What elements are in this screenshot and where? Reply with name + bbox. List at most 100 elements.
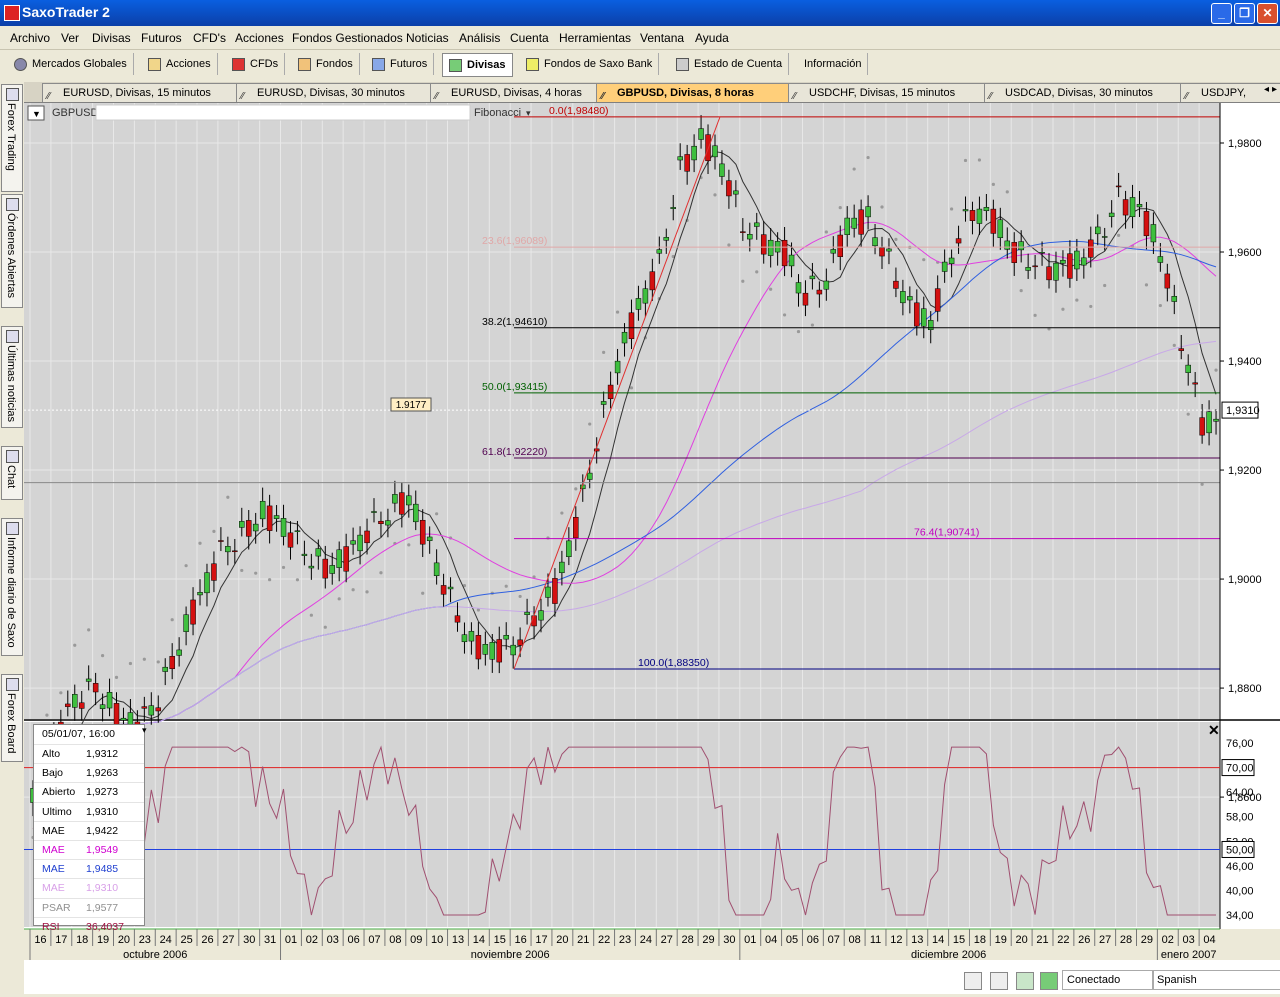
sidebar-ultimas-noticias[interactable]: Últimas noticias [1, 326, 23, 428]
tab-usdchf-15m[interactable]: ⁄⁄ USDCHF, Divisas, 15 minutos [788, 83, 988, 102]
menu-noticias[interactable]: Noticias [406, 31, 449, 45]
candle-body [844, 217, 850, 235]
psar-dot [769, 287, 773, 291]
minimize-button[interactable]: _ [1211, 3, 1232, 24]
toolbar-informacion[interactable]: Información [798, 53, 869, 75]
menu-cfds[interactable]: CFD's [193, 31, 226, 45]
candle-body [614, 360, 621, 374]
tab-eurusd-30m[interactable]: ⁄⁄ EURUSD, Divisas, 30 minutos [236, 83, 438, 102]
menu-ver[interactable]: Ver [61, 31, 79, 45]
candle-body [239, 521, 245, 528]
candle-body [510, 644, 516, 656]
sidebar-ordenes-abiertas[interactable]: Órdenes Abiertas [1, 194, 23, 308]
tab-eurusd-15m[interactable]: ⁄⁄ EURUSD, Divisas, 15 minutos [42, 83, 252, 102]
sidebar-forex-trading[interactable]: Forex Trading [1, 84, 23, 192]
candle-body [72, 694, 78, 708]
toolbar-futuros[interactable]: Futuros [366, 53, 435, 75]
date-tick-label: 02 [1162, 934, 1174, 946]
menu-fondos-gestionados[interactable]: Fondos Gestionados [292, 31, 403, 45]
psar-dot [504, 584, 508, 588]
connection-status: Conectado [1062, 970, 1154, 990]
tabs-scroll-right-icon[interactable]: ▸ [1272, 84, 1277, 95]
report-icon [6, 522, 19, 535]
candle-body [976, 208, 983, 224]
tab-eurusd-4h[interactable]: ⁄⁄ EURUSD, Divisas, 4 horas [430, 83, 612, 102]
psar-dot [128, 661, 133, 666]
psar-dot [240, 568, 244, 573]
sidebar-informe-diario[interactable]: Informe diario de Saxo [1, 518, 23, 656]
toolbar-mercados-globales[interactable]: Mercados Globales [8, 53, 134, 75]
candle-body [364, 530, 370, 544]
candle-body [886, 248, 892, 252]
tab-gbpusd-8h[interactable]: ⁄⁄ GBPUSD, Divisas, 8 horas [596, 83, 792, 102]
candle-body [990, 208, 997, 234]
candle-body [1060, 259, 1066, 264]
price-chart[interactable]: 0.0(1,98480) 23.6(1,96089) 38.2(1,94610) 50… [24, 103, 1280, 994]
candle-body [830, 249, 837, 254]
restore-button[interactable]: ❐ [1234, 3, 1255, 24]
info-row-label: Ultimo [42, 805, 72, 818]
tool-chevron-down-icon[interactable]: ▾ [526, 108, 531, 118]
symbol-input[interactable] [95, 104, 471, 121]
menu-futuros[interactable]: Futuros [141, 31, 182, 45]
price-tick-label: 1,9400 [1228, 356, 1262, 368]
info-row-value: 1,9273 [86, 786, 119, 799]
toolbar-fondos[interactable]: Fondos [292, 53, 360, 75]
menu-acciones[interactable]: Acciones [235, 31, 284, 45]
candle-body [399, 492, 405, 515]
info-row: Alto 1,9312 [34, 744, 144, 763]
toolbar-estado-cuenta[interactable]: Estado de Cuenta [670, 53, 790, 75]
toolbar-fondos-saxo-bank[interactable]: Fondos de Saxo Bank [520, 53, 660, 75]
close-rsi-icon[interactable]: ✕ [1208, 722, 1220, 738]
candle-body [176, 649, 182, 656]
menu-ayuda[interactable]: Ayuda [695, 31, 729, 45]
date-tick-label: 03 [327, 934, 339, 946]
candle-body [1074, 250, 1080, 270]
sidebar-forex-board[interactable]: Forex Board [1, 674, 23, 762]
psar-dot [1061, 307, 1065, 311]
info-chevron-down-icon[interactable]: ▾ [142, 725, 147, 736]
menu-herramientas[interactable]: Herramientas [559, 31, 631, 45]
info-date: 05/01/07, 16:00 [42, 728, 115, 740]
psar-dot [1075, 298, 1079, 302]
date-tick-label: 14 [932, 934, 944, 946]
menu-archivo[interactable]: Archivo [10, 31, 50, 45]
candle-body [900, 291, 906, 304]
tabs-scroll-left-icon[interactable]: ◂ [1264, 84, 1269, 95]
toolbar-divisas[interactable]: Divisas [442, 53, 513, 77]
tab-usdcad-30m[interactable]: ⁄⁄ USDCAD, Divisas, 30 minutos [984, 83, 1184, 102]
menu-analisis[interactable]: Análisis [459, 31, 500, 45]
menu-bar: Archivo Ver Divisas Futuros CFD's Accion… [0, 27, 1280, 50]
psar-dot [796, 329, 801, 334]
fib-level-label: 61.8(1,92220) [482, 446, 547, 458]
toolbar-cfds[interactable]: CFDs [226, 53, 286, 75]
date-tick-label: 23 [619, 934, 631, 946]
psar-dot [1005, 190, 1009, 194]
candle-body [851, 217, 857, 229]
candle-body [273, 515, 280, 519]
sidebar-chat[interactable]: Chat [1, 446, 23, 500]
fib-level-label: 76.4(1,90741) [914, 527, 979, 539]
date-tick-label: 22 [1057, 934, 1069, 946]
orders-icon [6, 198, 19, 211]
candle-body [1039, 251, 1045, 254]
menu-cuenta[interactable]: Cuenta [510, 31, 549, 45]
toolbar-acciones[interactable]: Acciones [142, 53, 218, 75]
candle-body [726, 180, 732, 197]
psar-dot [977, 158, 982, 162]
menu-divisas[interactable]: Divisas [92, 31, 131, 45]
candle-body [1192, 382, 1198, 385]
menu-ventana[interactable]: Ventana [640, 31, 684, 45]
candle-body [823, 280, 830, 290]
date-tick-label: 21 [577, 934, 589, 946]
candle-body [1164, 273, 1171, 289]
candle-body [1011, 242, 1017, 263]
candle-body [628, 312, 635, 340]
candle-body [656, 249, 663, 254]
psar-dot [114, 675, 119, 679]
info-row-value: 1,9422 [86, 824, 119, 837]
chart-icon: ⁄⁄ [47, 91, 51, 102]
psar-dot [1200, 482, 1204, 486]
close-button[interactable]: ✕ [1257, 3, 1278, 24]
candle-body [287, 532, 294, 548]
